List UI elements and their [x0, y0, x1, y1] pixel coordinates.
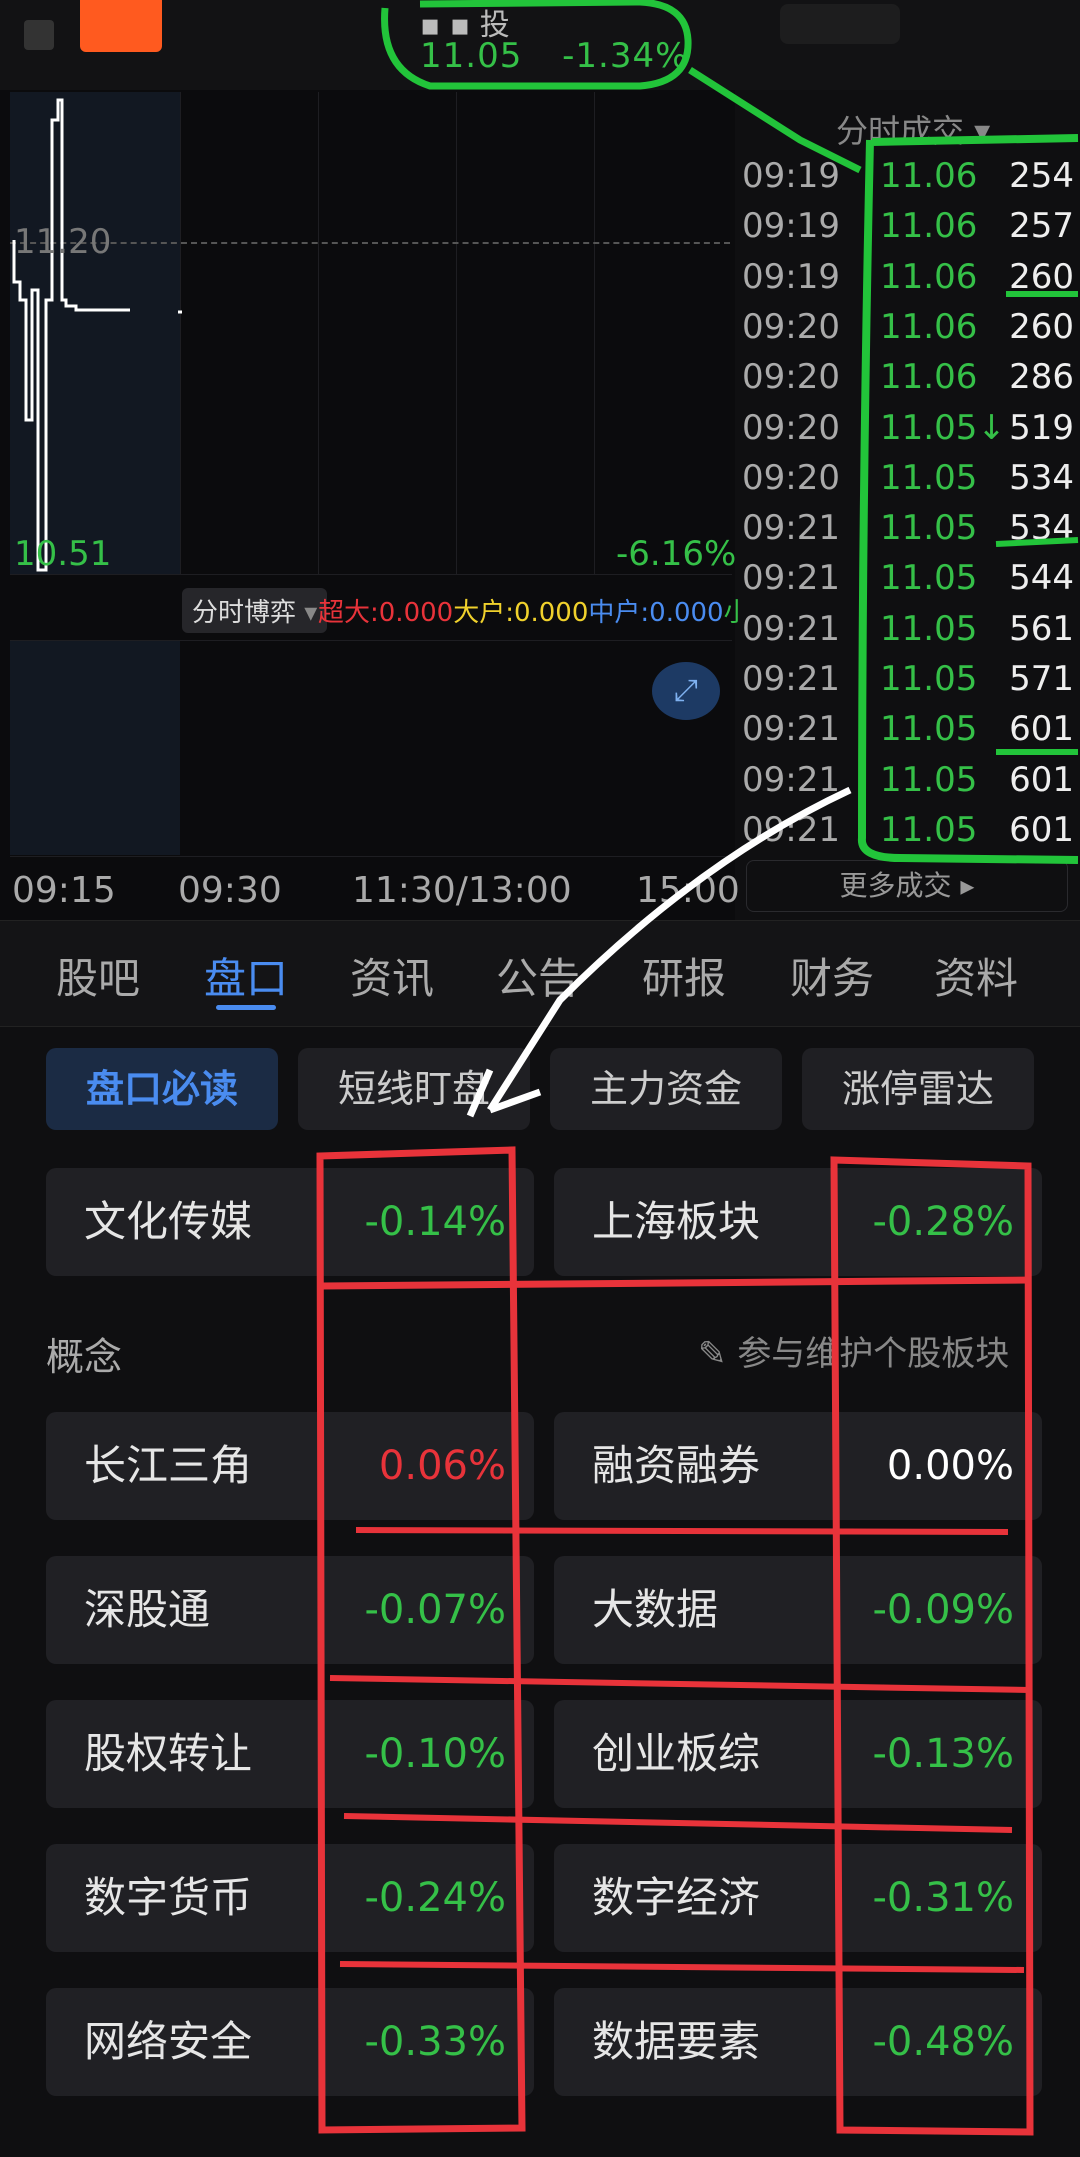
hand-annotations [316, 0, 1079, 2136]
